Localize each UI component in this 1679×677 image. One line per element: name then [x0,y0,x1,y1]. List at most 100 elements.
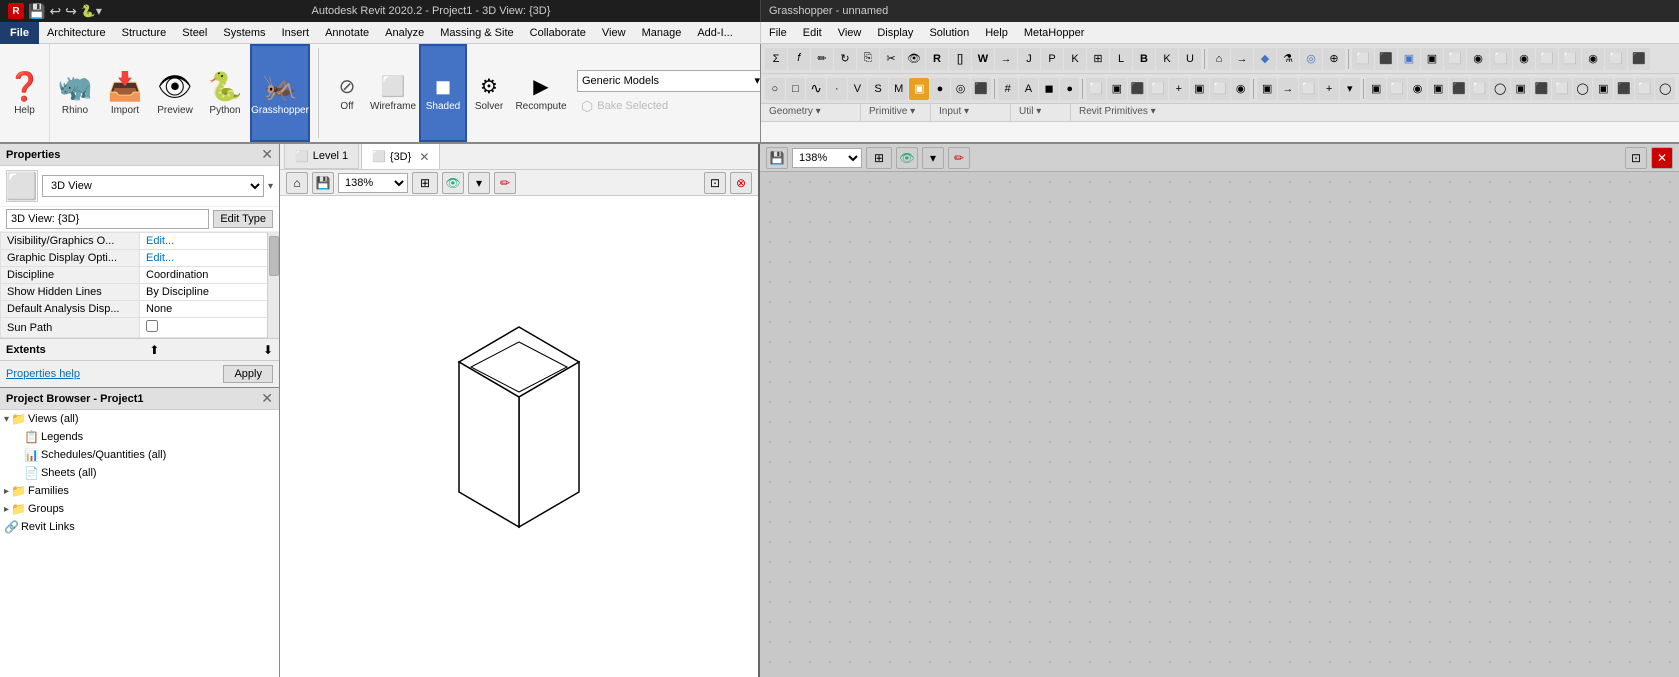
gh-revit-sq15[interactable]: ◯ [1655,78,1675,100]
undo-icon[interactable]: ↩ [49,3,61,20]
gh-icon-bracket[interactable]: [] [949,48,971,70]
gh-prim-sq[interactable]: ◼ [1039,78,1059,100]
prop-value-graphic[interactable]: Edit... [140,250,279,267]
gh-eye-dropdown-btn[interactable]: ▾ [922,147,944,169]
nav-save-btn[interactable]: 💾 [312,172,334,194]
gh-icon-eye[interactable]: 👁 [903,48,925,70]
gh-input-plus[interactable]: + [1169,78,1189,100]
properties-close-btn[interactable]: ✕ [261,146,273,163]
gh-input-sq4[interactable]: ⬜ [1148,78,1168,100]
gh-revit-sq9[interactable]: ⬛ [1532,78,1552,100]
gh-input-sq2[interactable]: ▣ [1107,78,1127,100]
nav-pencil-btn[interactable]: ✏ [494,172,516,194]
gh-nav-sq5[interactable]: ⬜ [1444,48,1466,70]
gh-revit-sq1[interactable]: ▣ [1366,78,1386,100]
gh-menu-display[interactable]: Display [869,25,921,41]
gh-nav-close[interactable]: ✕ [1651,147,1673,169]
gh-prim-circle[interactable]: ● [1060,78,1080,100]
menu-architecture[interactable]: Architecture [39,25,114,41]
gh-revit-sq12[interactable]: ▣ [1593,78,1613,100]
gh-canvas[interactable] [760,172,1679,677]
tree-expand-views[interactable]: ▾ [4,414,9,425]
nav-eye-dropdown[interactable]: ▾ [468,172,490,194]
apply-button[interactable]: Apply [223,365,273,383]
gh-icon-L[interactable]: L [1110,48,1132,70]
gh-input-sq3[interactable]: ⬛ [1128,78,1148,100]
gh-icon-pen[interactable]: ✏ [811,48,833,70]
gh-input-sq5[interactable]: ▣ [1190,78,1210,100]
gh-icon-B[interactable]: B [1133,48,1155,70]
gh-icon-P[interactable]: P [1041,48,1063,70]
gh-icon-J[interactable]: J [1018,48,1040,70]
gh-nav-arrow-right[interactable]: → [1231,48,1253,70]
gh-prim-hash[interactable]: # [998,78,1018,100]
gh-icon-K2[interactable]: K [1156,48,1178,70]
gh-menu-solution[interactable]: Solution [921,25,977,41]
gh-prim-A[interactable]: A [1019,78,1039,100]
gh-pen-btn[interactable]: ✏ [948,147,970,169]
doc-tab-3d[interactable]: ⬜ {3D} ✕ [361,144,440,169]
gh-nav-diamond[interactable]: ◆ [1254,48,1276,70]
menu-steel[interactable]: Steel [174,25,215,41]
ribbon-import-btn[interactable]: 📥 Import [100,44,150,142]
gh-nav-sq11[interactable]: ◉ [1582,48,1604,70]
nav-zoom-extent-btn[interactable]: ⊡ [704,172,726,194]
extents-scroll-down-icon[interactable]: ⬇ [263,343,273,357]
gh-nav-home[interactable]: ⌂ [1208,48,1230,70]
menu-view[interactable]: View [594,25,634,41]
view-shaded-btn[interactable]: ◼ Shaded [419,44,467,142]
gh-input-box[interactable]: ⬜ [1086,78,1106,100]
gh-revit-sq5[interactable]: ⬛ [1449,78,1469,100]
tree-item-sheets[interactable]: 📄 Sheets (all) [0,464,279,482]
gh-revit-sq2[interactable]: ⬜ [1387,78,1407,100]
ribbon-rhino-btn[interactable]: 🦏 Rhino [50,44,100,142]
view-off-btn[interactable]: ⊘ Off [327,44,367,142]
gh-revit-sq7[interactable]: ◯ [1490,78,1510,100]
gh-nav-sq10[interactable]: ⬜ [1559,48,1581,70]
nav-circle-btn[interactable]: ⊗ [730,172,752,194]
gh-canvas-save-btn[interactable]: 💾 [766,147,788,169]
gh-input-sq6[interactable]: ⬜ [1210,78,1230,100]
doc-tab-level1[interactable]: ⬜ Level 1 [284,144,359,169]
gh-comp-dot[interactable]: ● [930,78,950,100]
menu-massing[interactable]: Massing & Site [432,25,521,41]
gh-util-plus[interactable]: + [1319,78,1339,100]
nav-fit-btn[interactable]: ⊞ [412,172,438,194]
menu-systems[interactable]: Systems [215,25,273,41]
ribbon-grasshopper-btn[interactable]: 🦗 Grasshopper [250,44,310,142]
bake-selected-btn[interactable]: ⬡ Bake Selected [577,96,760,117]
menu-analyze[interactable]: Analyze [377,25,432,41]
gh-input-sq7[interactable]: ◉ [1231,78,1251,100]
gh-menu-edit[interactable]: Edit [795,25,830,41]
zoom-dropdown[interactable]: 138% [338,173,408,193]
gh-revit-sq10[interactable]: ⬜ [1552,78,1572,100]
gh-util-arrow[interactable]: → [1278,78,1298,100]
tree-expand-groups[interactable]: ▸ [4,504,9,515]
tree-item-legends[interactable]: 📋 Legends [0,428,279,446]
gh-comp-rect[interactable]: □ [786,78,806,100]
gh-nav-sq8[interactable]: ◉ [1513,48,1535,70]
gh-comp-v[interactable]: V [848,78,868,100]
edit-type-button[interactable]: Edit Type [213,210,273,228]
canvas-3d[interactable] [280,196,758,677]
gh-icon-function[interactable]: 𝑓 [788,48,810,70]
gh-zoom-dropdown[interactable]: 138% [792,148,862,168]
tree-item-groups[interactable]: ▸ 📁 Groups [0,500,279,518]
prop-value-visibility[interactable]: Edit... [140,233,279,250]
gh-nav-square4[interactable]: ▣ [1421,48,1443,70]
view-type-dropdown[interactable]: 3D View [42,175,264,197]
gh-util-sq3[interactable]: ▾ [1340,78,1360,100]
tree-item-revit-links[interactable]: 🔗 Revit Links [0,518,279,536]
gh-comp-curve[interactable]: ∿ [806,78,826,100]
gh-nav-flask[interactable]: ⚗ [1277,48,1299,70]
menu-collaborate[interactable]: Collaborate [522,25,594,41]
gh-icon-sigma[interactable]: Σ [765,48,787,70]
browser-close-btn[interactable]: ✕ [261,390,273,407]
menu-manage[interactable]: Manage [634,25,690,41]
gh-revit-sq6[interactable]: ⬜ [1470,78,1490,100]
gh-comp-s[interactable]: S [868,78,888,100]
gh-menu-metahopper[interactable]: MetaHopper [1016,25,1093,41]
gh-icon-copy[interactable]: ⎘ [857,48,879,70]
menu-insert[interactable]: Insert [274,25,318,41]
gh-icon-K[interactable]: K [1064,48,1086,70]
